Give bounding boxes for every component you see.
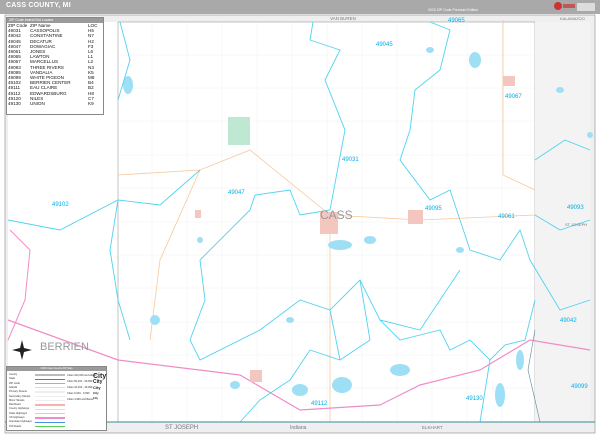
label-elkhart: ELKHART <box>422 425 443 430</box>
label-kalamazoo: KALAMAZOO <box>560 16 585 21</box>
legend-line-swatch <box>35 395 65 398</box>
legend-line-swatch <box>35 391 65 393</box>
zip-label: 49095 <box>425 206 442 212</box>
legend-city-class: Cities 10,000 - 49,999 <box>67 386 93 389</box>
zip-label: 49099 <box>571 384 588 390</box>
legend-line-swatch <box>35 378 65 380</box>
zip-label: 49047 <box>228 190 245 196</box>
zip-label: 49093 <box>567 205 584 211</box>
label-st-joseph: ST JOSEPH <box>165 425 199 431</box>
legend-line-label: State <box>9 377 16 381</box>
header-bar: CASS COUNTY, MI 2020 ZIP Code Premium Ed… <box>0 0 600 14</box>
legend-title: 2020 Cass County ZIP Map <box>7 367 106 371</box>
edition-label: 2020 ZIP Code Premium Edition <box>428 8 479 12</box>
label-st-joseph-county: ST JOSEPH <box>565 222 588 227</box>
legend-line-label: Interstate Highways <box>9 420 32 424</box>
legend-line-swatch <box>35 412 65 415</box>
zip-table-cell: K9 <box>88 101 94 107</box>
legend-line-label: ZIP Code <box>9 381 20 385</box>
legend-line-label: Minor Streets <box>9 398 25 402</box>
legend-line-label: State Highways <box>9 411 28 415</box>
legend-city-sample: City <box>93 391 99 395</box>
legend-line-label: US Highways <box>9 416 25 419</box>
legend-city-sample: City <box>93 397 98 400</box>
legend-line-swatch <box>35 421 65 423</box>
zip-label: 49042 <box>560 318 577 324</box>
zip-label: 49061 <box>498 214 515 220</box>
legend-line-swatch <box>35 425 65 428</box>
zip-label: 49045 <box>376 42 393 48</box>
zip-label: 49067 <box>505 94 522 100</box>
label-berrien: BERRIEN <box>40 341 89 353</box>
zip-table-cell: 49130 <box>8 101 21 107</box>
label-van-buren: VAN BUREN <box>330 16 356 21</box>
legend-line-label: Rail Road <box>9 403 21 407</box>
legend-line-swatch <box>35 374 65 376</box>
zip-index-table: ZIP Code Index/Grid Locator ZIP Code ZIP… <box>6 17 104 115</box>
zip-label: 49112 <box>311 401 328 407</box>
market-maps-logo <box>554 2 595 11</box>
legend-line-swatch <box>35 387 65 389</box>
map-legend: 2020 Cass County ZIP Map County State ZIP … <box>6 366 107 431</box>
legend-line-swatch <box>35 382 65 385</box>
legend-city-class: Cities 50,000 - 99,999 <box>67 380 93 383</box>
legend-line-swatch <box>35 417 65 419</box>
legend-line-swatch <box>35 404 65 406</box>
legend-line-label: County Highways <box>9 407 30 411</box>
legend-line-swatch <box>35 400 65 402</box>
zip-table-row: 49130 UNION K9 <box>7 101 103 106</box>
legend-line-label: Islands <box>9 385 18 389</box>
label-indiana: Indiana <box>290 425 307 431</box>
legend-city-class: Cities 5,000 - 9,999 <box>67 392 90 395</box>
legend-line-label: County <box>9 373 18 376</box>
zip-label: 49065 <box>448 18 465 24</box>
legend-city-sample: City <box>93 385 101 390</box>
label-cass: CASS <box>320 208 353 222</box>
legend-line-label: Toll Roads <box>9 424 22 428</box>
legend-line-label: Secondary Streets <box>9 394 31 398</box>
map-title: CASS COUNTY, MI <box>6 2 71 9</box>
zip-label: 49102 <box>52 202 69 208</box>
legend-line-label: Primary Streets <box>9 390 27 394</box>
zip-label: 49130 <box>466 396 483 402</box>
zip-label: 49031 <box>342 157 359 163</box>
legend-line-swatch <box>35 408 65 410</box>
zip-table-cell: UNION <box>30 101 45 107</box>
legend-city-class: Cities 4,999 and Below <box>67 398 94 401</box>
